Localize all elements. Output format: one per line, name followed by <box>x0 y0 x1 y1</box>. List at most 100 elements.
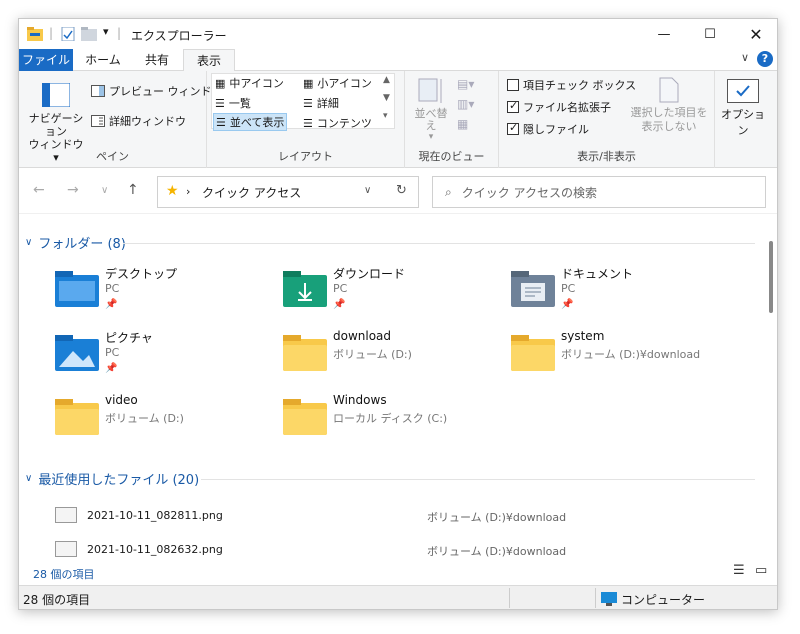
layout-list[interactable]: ☰ 一覧 <box>215 95 251 111</box>
layout-medium-icons-label: 中アイコン <box>229 77 284 90</box>
hidden-files-toggle[interactable]: 隠しファイル <box>507 121 589 137</box>
up-arrow-icon[interactable]: ↑ <box>127 182 139 198</box>
tab-file[interactable]: ファイル <box>19 49 73 71</box>
folder-name: ドキュメント <box>561 267 634 281</box>
search-placeholder: クイック アクセスの検索 <box>461 185 597 200</box>
folder-desktop[interactable]: デスクトップ PC 📌 <box>55 265 275 321</box>
title-bar: | ▾ | エクスプローラー — ☐ ✕ <box>19 19 777 49</box>
downloads-folder-icon <box>283 271 327 307</box>
preview-pane-icon <box>91 85 105 97</box>
collapse-chevron-icon: ∨ <box>25 237 33 248</box>
pane-group-label: ペイン <box>96 150 129 163</box>
item-checkboxes-toggle[interactable]: 項目チェック ボックス <box>507 77 636 93</box>
image-file-icon <box>55 541 77 557</box>
folder-download[interactable]: download ボリューム (D:) <box>283 329 503 385</box>
folder-name: download <box>333 329 392 343</box>
layout-details-label: 詳細 <box>316 97 339 110</box>
folder-video[interactable]: video ボリューム (D:) <box>55 393 275 449</box>
recent-file-location: ボリューム (D:)¥download <box>427 545 567 558</box>
hide-selected-button[interactable]: 選択した項目を 表示しない <box>629 77 709 134</box>
preview-pane-label: プレビュー ウィンドウ <box>109 85 223 98</box>
divider: | <box>49 26 54 40</box>
expand-ribbon-icon[interactable]: ∨ <box>741 51 749 64</box>
gallery-up-icon[interactable]: ▲ <box>383 75 390 85</box>
quick-access-toolbar-dropdown-icon[interactable]: ▾ <box>103 25 109 38</box>
file-extensions-checkbox[interactable] <box>507 99 519 113</box>
search-box[interactable]: ⌕ クイック アクセスの検索 <box>432 176 766 208</box>
gallery-more-icon[interactable]: ▾ <box>383 111 388 121</box>
address-bar[interactable]: ★ › クイック アクセス ∨ ↻ <box>157 176 419 208</box>
star-icon: ★ <box>166 183 179 199</box>
address-dropdown-icon[interactable]: ∨ <box>364 185 371 196</box>
folder-pictures[interactable]: ピクチャ PC 📌 <box>55 329 275 385</box>
new-folder-icon[interactable] <box>81 27 97 41</box>
folders-section-header[interactable]: ∨ フォルダー (8) <box>25 233 126 252</box>
folder-downloads[interactable]: ダウンロード PC 📌 <box>283 265 503 321</box>
maximize-button[interactable]: ☐ <box>687 19 733 49</box>
group-by-icon[interactable]: ▤▾ <box>457 77 474 91</box>
options-icon <box>727 79 759 103</box>
add-columns-icon[interactable]: ▥▾ <box>457 97 474 111</box>
recent-section-title: 最近使用したファイル (20) <box>38 473 200 488</box>
recent-file-location: ボリューム (D:)¥download <box>427 511 567 524</box>
inner-status-bar: 28 個の項目 ☰ ▭ <box>19 561 777 585</box>
documents-folder-icon <box>511 271 555 307</box>
hidden-files-checkbox[interactable] <box>507 121 519 135</box>
recent-file-name: 2021-10-11_082811.png <box>87 509 223 522</box>
navigation-pane-icon <box>41 82 71 108</box>
recent-file-row[interactable]: 2021-10-11_082632.png ボリューム (D:)¥downloa… <box>51 539 751 561</box>
recent-file-row[interactable]: 2021-10-11_082811.png ボリューム (D:)¥downloa… <box>51 505 751 529</box>
layout-tiles[interactable]: ☰ 並べて表示 <box>213 113 288 131</box>
back-arrow-icon[interactable]: ← <box>33 182 45 198</box>
large-icons-view-icon[interactable]: ▭ <box>755 563 767 578</box>
scroll-thumb[interactable] <box>769 241 773 313</box>
sort-label: 並べ替え <box>414 107 448 132</box>
folder-icon <box>283 335 327 371</box>
options-label: オプション <box>721 108 765 137</box>
recent-section-header[interactable]: ∨ 最近使用したファイル (20) <box>25 469 199 488</box>
folder-icon[interactable] <box>27 27 43 41</box>
tiles-icon: ☰ <box>216 115 226 129</box>
folder-location: PC <box>333 282 348 295</box>
details-view-icon[interactable]: ☰ <box>733 563 745 578</box>
navigation-pane-label: ナビゲーション <box>28 112 84 138</box>
close-button[interactable]: ✕ <box>733 19 777 49</box>
layout-details[interactable]: ☰ 詳細 <box>303 95 339 111</box>
folder-name: ダウンロード <box>333 267 406 281</box>
computer-icon <box>601 592 617 606</box>
preview-pane-button[interactable]: プレビュー ウィンドウ <box>91 83 223 99</box>
folder-windows[interactable]: Windows ローカル ディスク (C:) <box>283 393 503 449</box>
details-pane-button[interactable]: 詳細ウィンドウ <box>91 113 186 129</box>
sort-dropdown-icon: ▾ <box>428 132 434 142</box>
layout-medium-icons[interactable]: ▦ 中アイコン <box>215 75 284 91</box>
folder-name: system <box>561 329 605 343</box>
tab-view[interactable]: 表示 <box>183 49 235 72</box>
tab-share[interactable]: 共有 <box>137 49 177 71</box>
breadcrumb-chevron-icon[interactable]: › <box>186 185 190 198</box>
tab-home[interactable]: ホーム <box>77 49 129 71</box>
folder-system[interactable]: system ボリューム (D:)¥download <box>511 329 751 385</box>
properties-icon[interactable] <box>61 27 75 41</box>
layout-small-icons[interactable]: ▦ 小アイコン <box>303 75 372 91</box>
folder-icon <box>55 399 99 435</box>
details-pane-label: 詳細ウィンドウ <box>109 115 186 128</box>
item-checkboxes-checkbox[interactable] <box>507 79 519 91</box>
section-divider <box>123 243 755 244</box>
folder-documents[interactable]: ドキュメント PC 📌 <box>511 265 731 321</box>
help-icon[interactable]: ? <box>757 51 773 67</box>
vertical-scrollbar[interactable] <box>765 213 777 561</box>
details-pane-icon <box>91 115 105 127</box>
forward-arrow-icon[interactable]: → <box>67 182 79 198</box>
recent-locations-chevron-icon[interactable]: ∨ <box>101 185 108 196</box>
folder-location: PC <box>105 346 120 359</box>
gallery-down-icon[interactable]: ▼ <box>383 93 390 103</box>
sort-by-button[interactable]: 並べ替え ▾ <box>411 77 451 142</box>
size-columns-icon[interactable]: ▦ <box>457 117 468 131</box>
options-button[interactable]: オプション <box>719 79 767 138</box>
folder-location: ボリューム (D:) <box>333 348 412 361</box>
file-extensions-toggle[interactable]: ファイル名拡張子 <box>507 99 611 115</box>
refresh-icon[interactable]: ↻ <box>396 183 407 198</box>
folder-location: ボリューム (D:) <box>105 412 184 425</box>
minimize-button[interactable]: — <box>641 19 687 49</box>
layout-content[interactable]: ☰ コンテンツ <box>303 115 372 131</box>
